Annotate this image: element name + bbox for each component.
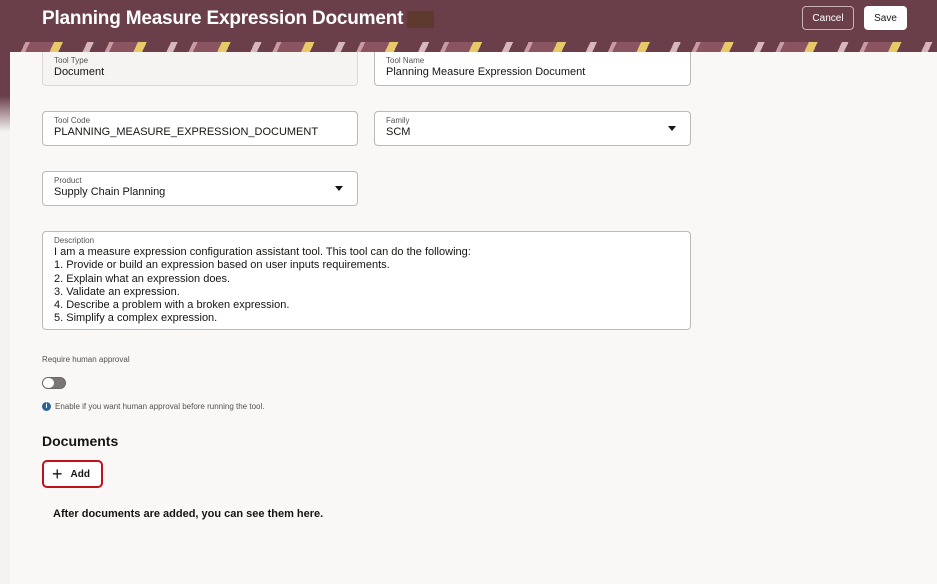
info-icon: i [42, 402, 51, 411]
family-label: Family [386, 116, 410, 125]
chevron-down-icon [335, 186, 343, 191]
tool-name-input[interactable]: Tool Name Planning Measure Expression Do… [374, 52, 691, 86]
approval-hint: Enable if you want human approval before… [55, 402, 265, 411]
cancel-button[interactable]: Cancel [802, 6, 854, 30]
product-select[interactable]: Product Supply Chain Planning [42, 171, 358, 206]
tool-code-value: PLANNING_MEASURE_EXPRESSION_DOCUMENT [54, 126, 319, 138]
description-label: Description [54, 236, 95, 245]
documents-empty-message: After documents are added, you can see t… [53, 508, 324, 520]
tool-name-value: Planning Measure Expression Document [386, 66, 586, 78]
documents-heading: Documents [42, 433, 119, 449]
header-pattern [10, 42, 937, 52]
tool-code-input[interactable]: Tool Code PLANNING_MEASURE_EXPRESSION_DO… [42, 111, 358, 146]
tool-type-field: Tool Type Document [42, 52, 358, 86]
title-swatch [407, 11, 434, 28]
add-label: Add [70, 468, 90, 480]
chevron-down-icon [668, 126, 676, 131]
toggle-knob [43, 378, 54, 388]
page-title: Planning Measure Expression Document [42, 8, 404, 29]
add-document-button[interactable]: + Add [42, 460, 103, 488]
tool-code-label: Tool Code [54, 116, 91, 125]
header-band [0, 42, 10, 132]
tool-type-label: Tool Type [54, 56, 89, 65]
approval-toggle[interactable] [42, 377, 66, 389]
approval-label: Require human approval [42, 355, 130, 364]
plus-icon: + [52, 464, 63, 484]
product-label: Product [54, 176, 82, 185]
product-value: Supply Chain Planning [54, 186, 166, 198]
family-select[interactable]: Family SCM [374, 111, 691, 146]
family-value: SCM [386, 126, 411, 138]
tool-type-value: Document [54, 66, 105, 78]
save-button[interactable]: Save [864, 6, 907, 30]
description-value: I am a measure expression configuration … [54, 246, 471, 325]
tool-name-label: Tool Name [386, 56, 425, 65]
description-textarea[interactable]: Description I am a measure expression co… [42, 231, 691, 330]
